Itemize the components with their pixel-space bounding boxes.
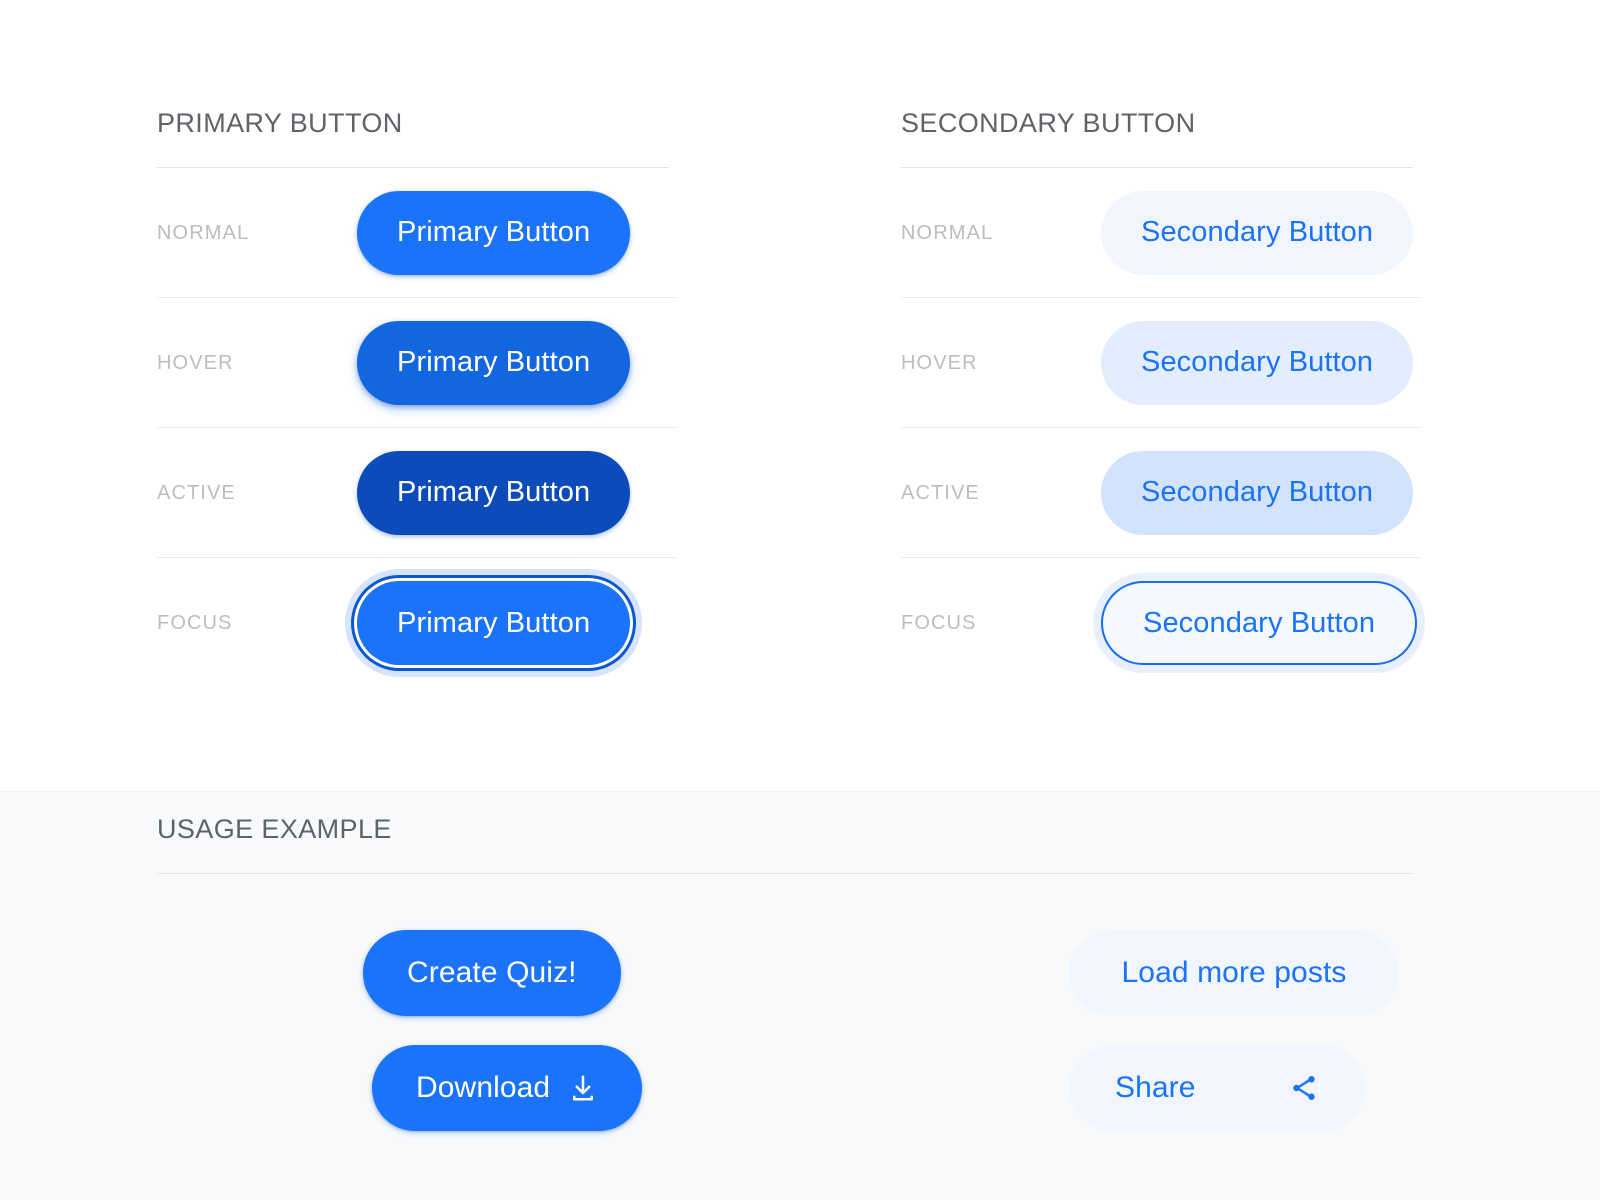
secondary-button-column: SECONDARY BUTTON NORMAL Secondary Button… xyxy=(901,110,1421,688)
download-icon xyxy=(568,1073,598,1103)
primary-button-active[interactable]: Primary Button xyxy=(357,450,631,535)
usage-example-band: USAGE EXAMPLE Create Quiz! Download Load… xyxy=(0,792,1600,1200)
share-icon xyxy=(1289,1073,1319,1103)
usage-example-content: USAGE EXAMPLE Create Quiz! Download Load… xyxy=(157,816,1413,1172)
primary-normal-cell: Primary Button xyxy=(357,190,677,275)
primary-button-hover[interactable]: Primary Button xyxy=(357,320,631,405)
secondary-hover-cell: Secondary Button xyxy=(1101,320,1421,405)
secondary-state-row-hover: HOVER Secondary Button xyxy=(901,298,1421,428)
primary-button-column: PRIMARY BUTTON NORMAL Primary Button HOV… xyxy=(157,110,677,688)
secondary-button-active[interactable]: Secondary Button xyxy=(1101,450,1414,535)
usage-section-title: USAGE EXAMPLE xyxy=(157,814,392,844)
primary-state-row-active: ACTIVE Primary Button xyxy=(157,428,677,558)
load-more-slot: Load more posts xyxy=(1069,930,1399,1016)
secondary-focus-cell: Secondary Button xyxy=(1101,581,1421,665)
state-label-normal: NORMAL xyxy=(157,221,250,244)
primary-state-row-hover: HOVER Primary Button xyxy=(157,298,677,428)
primary-state-row-focus: FOCUS Primary Button xyxy=(157,558,677,688)
primary-hover-cell: Primary Button xyxy=(357,320,677,405)
state-label-active: ACTIVE xyxy=(901,481,980,504)
state-label-hover: HOVER xyxy=(901,351,978,374)
primary-focus-cell: Primary Button xyxy=(357,581,677,665)
state-label-hover: HOVER xyxy=(157,351,234,374)
usage-title-divider xyxy=(157,873,1413,874)
create-quiz-button[interactable]: Create Quiz! xyxy=(363,930,621,1016)
secondary-state-row-active: ACTIVE Secondary Button xyxy=(901,428,1421,558)
button-design-system-page: PRIMARY BUTTON NORMAL Primary Button HOV… xyxy=(0,0,1600,1200)
state-label-focus: FOCUS xyxy=(157,612,233,634)
secondary-state-row-normal: NORMAL Secondary Button xyxy=(901,168,1421,298)
share-button-label: Share xyxy=(1115,1071,1196,1104)
download-button[interactable]: Download xyxy=(372,1045,643,1131)
secondary-section-title: SECONDARY BUTTON xyxy=(901,108,1196,138)
secondary-state-row-focus: FOCUS Secondary Button xyxy=(901,558,1421,688)
primary-active-cell: Primary Button xyxy=(357,450,677,535)
create-quiz-slot: Create Quiz! xyxy=(363,930,621,1016)
primary-button-focus[interactable]: Primary Button xyxy=(357,581,631,665)
secondary-normal-cell: Secondary Button xyxy=(1101,190,1421,275)
secondary-button-hover[interactable]: Secondary Button xyxy=(1101,320,1414,405)
button-states-band: PRIMARY BUTTON NORMAL Primary Button HOV… xyxy=(0,0,1600,792)
secondary-button-focus[interactable]: Secondary Button xyxy=(1101,581,1418,665)
secondary-button-normal[interactable]: Secondary Button xyxy=(1101,190,1414,275)
load-more-posts-button[interactable]: Load more posts xyxy=(1069,930,1399,1016)
usage-button-grid: Create Quiz! Download Load more posts Sh… xyxy=(157,922,1413,1172)
primary-button-normal[interactable]: Primary Button xyxy=(357,190,631,275)
share-slot: Share xyxy=(1069,1045,1365,1131)
download-slot: Download xyxy=(372,1045,643,1131)
download-button-label: Download xyxy=(416,1071,551,1104)
primary-section-title: PRIMARY BUTTON xyxy=(157,108,403,138)
state-label-active: ACTIVE xyxy=(157,481,236,504)
state-label-focus: FOCUS xyxy=(901,612,977,634)
state-label-normal: NORMAL xyxy=(901,221,994,244)
primary-state-row-normal: NORMAL Primary Button xyxy=(157,168,677,298)
share-button[interactable]: Share xyxy=(1069,1045,1365,1131)
secondary-active-cell: Secondary Button xyxy=(1101,450,1421,535)
